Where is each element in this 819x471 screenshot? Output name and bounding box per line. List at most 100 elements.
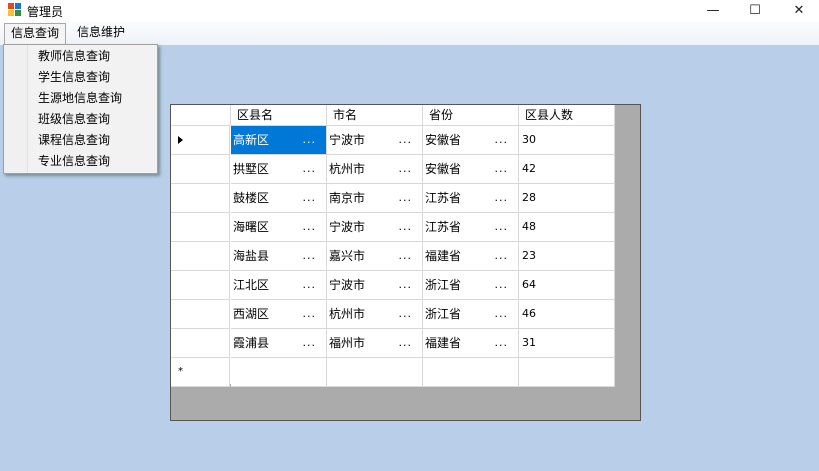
grid-cell-province[interactable]: 福建省... (423, 329, 519, 358)
menu-item-teacher-query[interactable]: 教师信息查询 (38, 46, 110, 66)
cell-ellipsis: ... (494, 336, 508, 349)
cell-text: 海曙区 (233, 220, 270, 234)
grid-cell-population[interactable]: 28 (519, 184, 615, 213)
cell-ellipsis: ... (398, 278, 412, 291)
grid-cell-province[interactable]: 浙江省... (423, 271, 519, 300)
cell-ellipsis: ... (302, 191, 316, 204)
grid-cell-population[interactable]: 46 (519, 300, 615, 329)
cell-text: 杭州市 (329, 162, 366, 176)
cell-text: 30 (522, 133, 536, 146)
grid-cell-county[interactable]: 西湖区... (231, 300, 327, 329)
row-header[interactable] (171, 329, 230, 358)
menu-item-class-query[interactable]: 班级信息查询 (38, 109, 110, 129)
menu-item-origin-query[interactable]: 生源地信息查询 (38, 88, 122, 108)
grid-corner-header[interactable] (171, 105, 231, 126)
grid-cell-population[interactable]: 48 (519, 213, 615, 242)
grid-cell-city[interactable]: 南京市... (327, 184, 423, 213)
grid-cell-city[interactable]: 杭州市... (327, 300, 423, 329)
cell-ellipsis: ... (398, 249, 412, 262)
grid-cell-population[interactable]: 42 (519, 155, 615, 184)
cell-text: 霞浦县 (233, 336, 270, 350)
cell-text: 28 (522, 191, 536, 204)
cell-text: 南京市 (329, 191, 366, 205)
menu-info-query[interactable]: 信息查询 (4, 23, 67, 44)
data-grid[interactable]: 区县名 市名 省份 区县人数 高新区... 宁波市... 安徽省... 30 拱墅区..… (170, 104, 641, 421)
cell-ellipsis: ... (494, 307, 508, 320)
new-row-cell[interactable] (519, 358, 615, 387)
grid-cell-province[interactable]: 安徽省... (423, 155, 519, 184)
row-header[interactable] (171, 271, 230, 300)
cell-text: 31 (522, 336, 536, 349)
menu-bar: 信息查询 信息维护 (0, 22, 819, 45)
grid-cell-county[interactable]: 海曙区... (231, 213, 327, 242)
cell-ellipsis: ... (398, 191, 412, 204)
cell-text: 拱墅区 (233, 162, 270, 176)
cell-ellipsis: ... (494, 133, 508, 146)
menu-info-maintenance[interactable]: 信息维护 (71, 23, 131, 44)
cell-text: 48 (522, 220, 536, 233)
cell-text: 江苏省 (425, 191, 462, 205)
cell-ellipsis: ... (398, 336, 412, 349)
grid-cell-population[interactable]: 31 (519, 329, 615, 358)
menu-item-student-query[interactable]: 学生信息查询 (38, 67, 110, 87)
column-header-population[interactable]: 区县人数 (519, 105, 615, 126)
maximize-button[interactable]: ☐ (732, 0, 778, 20)
grid-cell-province[interactable]: 安徽省... (423, 126, 519, 155)
cell-text: 鼓楼区 (233, 191, 270, 205)
grid-cell-county[interactable]: 高新区... (231, 126, 327, 155)
row-header[interactable] (171, 126, 230, 155)
cell-text: 杭州市 (329, 307, 366, 321)
menu-item-course-query[interactable]: 课程信息查询 (38, 130, 110, 150)
row-header[interactable] (171, 155, 230, 184)
row-header[interactable] (171, 300, 230, 329)
column-header-province[interactable]: 省份 (423, 105, 519, 126)
grid-cell-population[interactable]: 64 (519, 271, 615, 300)
new-row-cell[interactable] (231, 358, 327, 387)
grid-cell-province[interactable]: 江苏省... (423, 184, 519, 213)
row-header[interactable] (171, 242, 230, 271)
new-row-cell[interactable] (327, 358, 423, 387)
minimize-button[interactable]: — (690, 0, 736, 20)
grid-cell-province[interactable]: 江苏省... (423, 213, 519, 242)
cell-ellipsis: ... (494, 162, 508, 175)
grid-cell-population[interactable]: 23 (519, 242, 615, 271)
grid-cell-city[interactable]: 福州市... (327, 329, 423, 358)
cell-ellipsis: ... (302, 278, 316, 291)
cell-ellipsis: ... (494, 249, 508, 262)
menu-item-major-query[interactable]: 专业信息查询 (38, 151, 110, 171)
cell-ellipsis: ... (494, 220, 508, 233)
grid-cell-city[interactable]: 宁波市... (327, 126, 423, 155)
row-header[interactable] (171, 213, 230, 242)
cell-text: 浙江省 (425, 278, 462, 292)
grid-cell-county[interactable]: 海盐县... (231, 242, 327, 271)
cell-text: 宁波市 (329, 133, 366, 147)
new-row-header[interactable]: * (171, 358, 230, 387)
cell-text: 浙江省 (425, 307, 462, 321)
grid-cell-county[interactable]: 鼓楼区... (231, 184, 327, 213)
grid-cell-city[interactable]: 杭州市... (327, 155, 423, 184)
cell-ellipsis: ... (302, 336, 316, 349)
new-row-cell[interactable] (423, 358, 519, 387)
grid-cell-province[interactable]: 浙江省... (423, 300, 519, 329)
close-button[interactable]: ✕ (776, 0, 819, 20)
cell-ellipsis: ... (398, 220, 412, 233)
cell-text: 高新区 (233, 133, 270, 147)
cell-ellipsis: ... (302, 162, 316, 175)
column-header-county[interactable]: 区县名 (231, 105, 327, 126)
cell-ellipsis: ... (494, 191, 508, 204)
menu-icon-gutter (4, 45, 28, 173)
row-header[interactable] (171, 184, 230, 213)
cell-ellipsis: ... (398, 307, 412, 320)
grid-cell-county[interactable]: 霞浦县... (231, 329, 327, 358)
grid-cell-city[interactable]: 嘉兴市... (327, 242, 423, 271)
grid-cell-city[interactable]: 宁波市... (327, 213, 423, 242)
grid-cell-province[interactable]: 福建省... (423, 242, 519, 271)
grid-cell-population[interactable]: 30 (519, 126, 615, 155)
column-header-city[interactable]: 市名 (327, 105, 423, 126)
grid-cell-county[interactable]: 拱墅区... (231, 155, 327, 184)
current-row-arrow-icon (178, 136, 183, 144)
cell-text: 23 (522, 249, 536, 262)
grid-cell-county[interactable]: 江北区... (231, 271, 327, 300)
new-row-star-icon: * (178, 366, 183, 377)
grid-cell-city[interactable]: 宁波市... (327, 271, 423, 300)
